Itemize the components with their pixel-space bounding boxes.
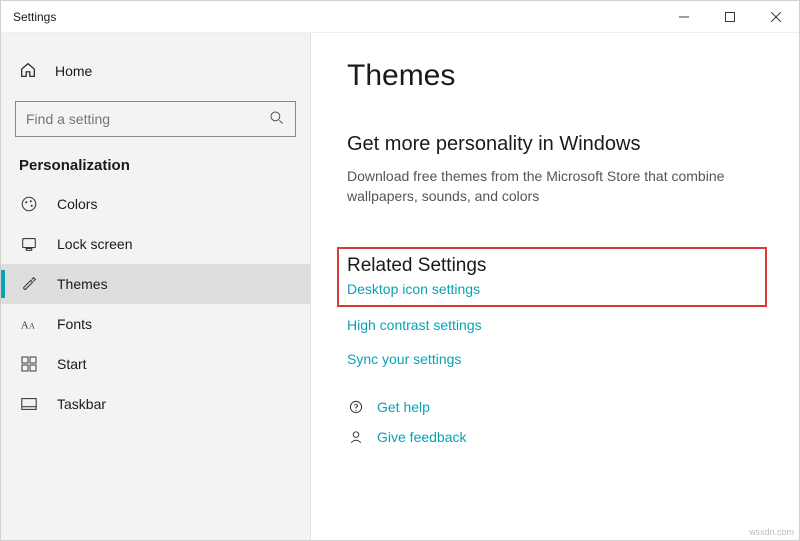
titlebar: Settings bbox=[1, 1, 799, 33]
search-box[interactable] bbox=[15, 101, 296, 137]
svg-text:A: A bbox=[29, 322, 35, 331]
sidebar-item-colors[interactable]: Colors bbox=[1, 184, 310, 224]
get-help-row[interactable]: Get help bbox=[347, 399, 763, 415]
sidebar-item-taskbar[interactable]: Taskbar bbox=[1, 384, 310, 424]
sidebar: Home Personalization Colors Lock screen bbox=[1, 33, 311, 540]
give-feedback-link[interactable]: Give feedback bbox=[377, 429, 467, 445]
svg-text:A: A bbox=[21, 320, 29, 332]
get-help-link[interactable]: Get help bbox=[377, 399, 430, 415]
font-icon: AA bbox=[19, 315, 39, 333]
home-label: Home bbox=[55, 63, 92, 79]
desktop-icon-settings-link[interactable]: Desktop icon settings bbox=[347, 281, 757, 297]
sidebar-item-fonts[interactable]: AA Fonts bbox=[1, 304, 310, 344]
main-panel: Themes Get more personality in Windows D… bbox=[311, 33, 799, 540]
sidebar-item-lock-screen[interactable]: Lock screen bbox=[1, 224, 310, 264]
taskbar-icon bbox=[19, 395, 39, 413]
home-icon bbox=[19, 61, 37, 82]
feedback-icon bbox=[347, 429, 365, 445]
related-settings-heading: Related Settings bbox=[347, 255, 757, 277]
give-feedback-row[interactable]: Give feedback bbox=[347, 429, 763, 445]
sidebar-item-label: Fonts bbox=[57, 316, 92, 332]
help-icon bbox=[347, 399, 365, 415]
home-button[interactable]: Home bbox=[1, 51, 310, 91]
watermark: wsxdn.com bbox=[749, 527, 794, 537]
sidebar-item-label: Colors bbox=[57, 196, 97, 212]
close-button[interactable] bbox=[753, 1, 799, 33]
palette-icon bbox=[19, 195, 39, 213]
maximize-button[interactable] bbox=[707, 1, 753, 33]
close-icon bbox=[771, 12, 781, 22]
sidebar-item-label: Lock screen bbox=[57, 236, 132, 252]
search-icon bbox=[269, 110, 285, 129]
category-header: Personalization bbox=[1, 151, 310, 184]
brush-icon bbox=[19, 275, 39, 293]
page-title: Themes bbox=[347, 59, 763, 93]
more-personality-sub: Download free themes from the Microsoft … bbox=[347, 166, 763, 207]
sidebar-item-themes[interactable]: Themes bbox=[1, 264, 310, 304]
lock-icon bbox=[19, 235, 39, 253]
related-settings-highlight: Related Settings Desktop icon settings bbox=[337, 247, 767, 307]
more-personality-heading: Get more personality in Windows bbox=[347, 133, 763, 156]
high-contrast-settings-link[interactable]: High contrast settings bbox=[347, 317, 763, 333]
search-input[interactable] bbox=[26, 111, 269, 127]
sidebar-item-label: Themes bbox=[57, 276, 108, 292]
sidebar-item-start[interactable]: Start bbox=[1, 344, 310, 384]
window-controls bbox=[661, 1, 799, 33]
minimize-button[interactable] bbox=[661, 1, 707, 33]
minimize-icon bbox=[679, 12, 689, 22]
window-title: Settings bbox=[13, 10, 56, 24]
sidebar-item-label: Start bbox=[57, 356, 87, 372]
maximize-icon bbox=[725, 12, 735, 22]
sync-settings-link[interactable]: Sync your settings bbox=[347, 351, 763, 367]
sidebar-item-label: Taskbar bbox=[57, 396, 106, 412]
start-icon bbox=[19, 356, 39, 372]
